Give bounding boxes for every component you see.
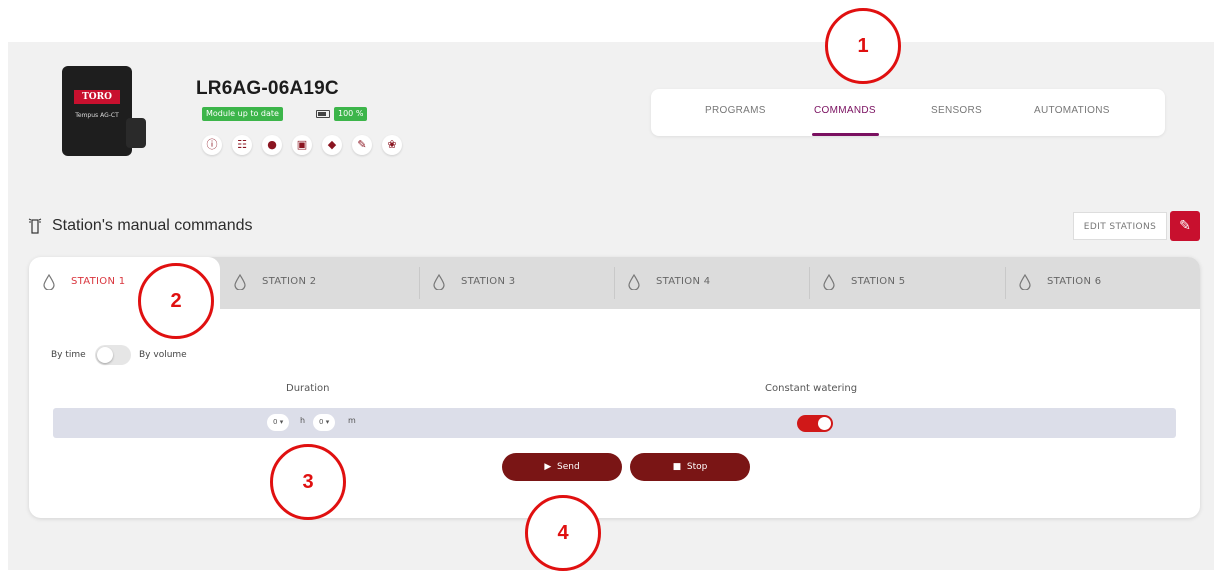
tab-label: STATION 6 (1047, 276, 1102, 287)
stop-button[interactable]: ■ Stop (630, 453, 750, 481)
drop-icon (1019, 274, 1031, 290)
minutes-select[interactable]: 0 ▾ (313, 414, 336, 431)
sprinkler-icon (28, 218, 42, 234)
send-button[interactable]: ▶ Send (502, 453, 622, 481)
tab-label: STATION 5 (851, 276, 906, 287)
mode-label-time: By time (51, 350, 86, 360)
save-icon[interactable]: ▣ (292, 135, 312, 155)
command-row (53, 408, 1176, 438)
tab-station-5[interactable]: STATION 5 (809, 257, 1005, 309)
device-model-label: Tempus AG-CT (75, 112, 119, 119)
pencil-icon[interactable]: ✎ (352, 135, 372, 155)
globe-icon[interactable]: ● (262, 135, 282, 155)
send-label: Send (556, 462, 580, 472)
device-knob (126, 118, 146, 148)
tab-label: STATION 4 (656, 276, 711, 287)
info-icon[interactable]: ⓘ (202, 135, 222, 155)
edit-pencil-icon[interactable]: ✎ (1170, 211, 1200, 241)
drop-icon (628, 274, 640, 290)
tab-label: STATION 3 (461, 276, 516, 287)
minutes-value: 0 (319, 418, 324, 426)
mode-toggle[interactable] (95, 345, 131, 365)
edit-stations-button[interactable]: EDIT STATIONS (1073, 212, 1167, 240)
hours-unit: h (300, 416, 306, 425)
stop-label: Stop (686, 462, 708, 472)
battery-badge: 100 % (334, 107, 368, 121)
battery-icon (316, 110, 330, 118)
constant-watering-header: Constant watering (765, 383, 858, 394)
tag-icon[interactable]: ◆ (322, 135, 342, 155)
hours-value: 0 (273, 418, 278, 426)
duration-header: Duration (286, 383, 330, 394)
section-title: Station's manual commands (52, 217, 253, 234)
tab-sensors[interactable]: SENSORS (931, 105, 982, 116)
annotation-1: 1 (825, 8, 901, 84)
drop-icon (43, 274, 55, 290)
network-icon[interactable]: ☷ (232, 135, 252, 155)
drop-icon (823, 274, 835, 290)
annotation-4: 4 (525, 495, 601, 571)
top-nav: PROGRAMS COMMANDS SENSORS AUTOMATIONS (651, 89, 1165, 136)
hours-select[interactable]: 0 ▾ (267, 414, 290, 431)
annotation-3: 3 (270, 444, 346, 520)
tab-station-2[interactable]: STATION 2 (220, 257, 415, 309)
drop-icon (433, 274, 445, 290)
tab-station-3[interactable]: STATION 3 (419, 257, 614, 309)
tab-commands[interactable]: COMMANDS (814, 105, 876, 116)
tab-automations[interactable]: AUTOMATIONS (1034, 105, 1110, 116)
drop-icon (234, 274, 246, 290)
toro-logo: TORO (74, 90, 120, 104)
minutes-unit: m (348, 416, 356, 425)
tab-station-4[interactable]: STATION 4 (614, 257, 809, 309)
mode-label-volume: By volume (139, 350, 187, 360)
annotation-2: 2 (138, 263, 214, 339)
plant-icon[interactable]: ❀ (382, 135, 402, 155)
device-name: LR6AG-06A19C (196, 78, 339, 99)
tab-station-6[interactable]: STATION 6 (1005, 257, 1200, 309)
tab-programs[interactable]: PROGRAMS (705, 105, 766, 116)
device-image: TORO Tempus AG-CT (62, 66, 146, 158)
device-body: TORO Tempus AG-CT (62, 66, 132, 156)
tab-label: STATION 2 (262, 276, 317, 287)
module-status-badge: Module up to date (202, 107, 283, 121)
active-tab-indicator (812, 133, 879, 136)
tab-label: STATION 1 (71, 276, 126, 287)
constant-watering-switch[interactable] (797, 415, 833, 432)
